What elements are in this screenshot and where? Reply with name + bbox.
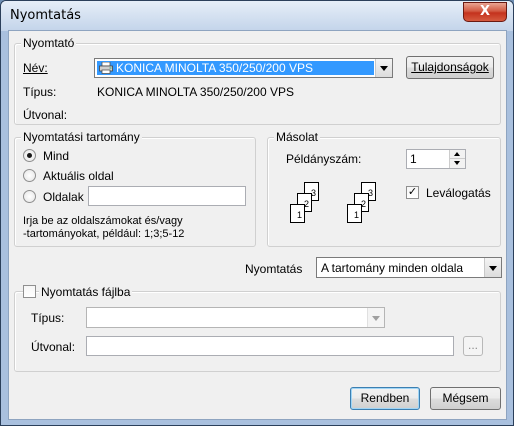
copies-group: Másolat Példányszám: 1 3 2 1 3 2 1 ✓ Lev… bbox=[267, 130, 501, 247]
print-what-label: Nyomtatás bbox=[245, 262, 303, 276]
range-all-label[interactable]: Mind bbox=[43, 149, 69, 163]
file-type-label: Típus: bbox=[31, 311, 65, 325]
spin-up-icon[interactable] bbox=[449, 150, 465, 159]
cancel-button[interactable]: Mégsem bbox=[430, 387, 501, 410]
print-range-group: Nyomtatási tartomány Mind Aktuális oldal… bbox=[14, 130, 256, 247]
collate-illustration-stack-1: 3 2 1 bbox=[286, 172, 326, 240]
printer-name-label: Név: bbox=[23, 61, 48, 75]
printer-type-value: KONICA MINOLTA 350/250/200 VPS bbox=[97, 85, 294, 99]
chevron-down-icon[interactable] bbox=[367, 308, 384, 327]
collate-illustration-stack-2: 3 2 1 bbox=[343, 172, 383, 240]
window-title: Nyomtatás bbox=[10, 8, 81, 23]
pages-input[interactable] bbox=[88, 186, 246, 206]
dialog-client-area: Nyomtató Név: KONICA MINOLTA 350/250/200… bbox=[8, 30, 507, 420]
title-bar[interactable]: Nyomtatás X bbox=[1, 1, 513, 31]
range-current-page-label[interactable]: Aktuális oldal bbox=[43, 169, 114, 183]
close-button[interactable]: X bbox=[463, 2, 507, 22]
print-dialog-window: Nyomtatás X Nyomtató Név: KONICA MINOLTA… bbox=[0, 0, 514, 426]
properties-button-label: Tulajdonságok bbox=[411, 60, 489, 74]
print-what-select[interactable]: A tartomány minden oldala bbox=[316, 257, 502, 278]
printer-name-value: KONICA MINOLTA 350/250/200 VPS bbox=[116, 61, 313, 75]
printer-group-legend: Nyomtató bbox=[21, 36, 77, 50]
range-hint-line1: Irja be az oldalszámokat és/vagy bbox=[23, 215, 183, 227]
copies-legend: Másolat bbox=[274, 130, 321, 144]
chevron-down-icon[interactable] bbox=[484, 258, 501, 277]
printer-type-label: Típus: bbox=[23, 85, 57, 99]
chevron-down-icon[interactable] bbox=[375, 59, 392, 77]
print-to-file-checkbox[interactable] bbox=[23, 285, 36, 298]
printer-name-highlight: KONICA MINOLTA 350/250/200 VPS bbox=[97, 61, 374, 75]
file-type-select[interactable] bbox=[86, 307, 385, 328]
ok-button[interactable]: Rendben bbox=[350, 387, 420, 410]
printer-group: Nyomtató Név: KONICA MINOLTA 350/250/200… bbox=[14, 36, 501, 125]
spin-down-icon[interactable] bbox=[449, 159, 465, 168]
page-1-icon: 1 bbox=[347, 204, 362, 223]
file-path-label: Útvonal: bbox=[31, 340, 76, 354]
copies-label: Példányszám: bbox=[286, 152, 362, 166]
copies-value: 1 bbox=[410, 152, 417, 166]
range-pages-radio[interactable] bbox=[23, 190, 36, 203]
range-current-page-radio[interactable] bbox=[23, 169, 36, 182]
file-path-input[interactable] bbox=[86, 336, 454, 356]
printer-icon bbox=[99, 61, 113, 77]
properties-button[interactable]: Tulajdonságok bbox=[406, 56, 494, 79]
print-to-file-group: Nyomtatás fájlba Típus: Útvonal: ... bbox=[14, 285, 501, 372]
copies-spinner[interactable]: 1 bbox=[406, 149, 466, 169]
print-to-file-legend[interactable]: Nyomtatás fájlba bbox=[39, 285, 133, 299]
printer-name-select[interactable]: KONICA MINOLTA 350/250/200 VPS bbox=[94, 58, 393, 78]
range-all-radio[interactable] bbox=[23, 149, 36, 162]
page-1-icon: 1 bbox=[290, 204, 305, 223]
printer-path-label: Útvonal: bbox=[23, 108, 68, 122]
collate-label[interactable]: Leválogatás bbox=[426, 186, 491, 200]
print-what-value: A tartomány minden oldala bbox=[321, 261, 464, 275]
range-hint-line2: -tartományokat, például: 1;3;5-12 bbox=[23, 228, 185, 240]
print-range-legend: Nyomtatási tartomány bbox=[21, 130, 142, 144]
range-pages-label[interactable]: Oldalak bbox=[43, 190, 84, 204]
browse-button[interactable]: ... bbox=[463, 336, 483, 356]
collate-checkbox[interactable]: ✓ bbox=[406, 186, 419, 199]
